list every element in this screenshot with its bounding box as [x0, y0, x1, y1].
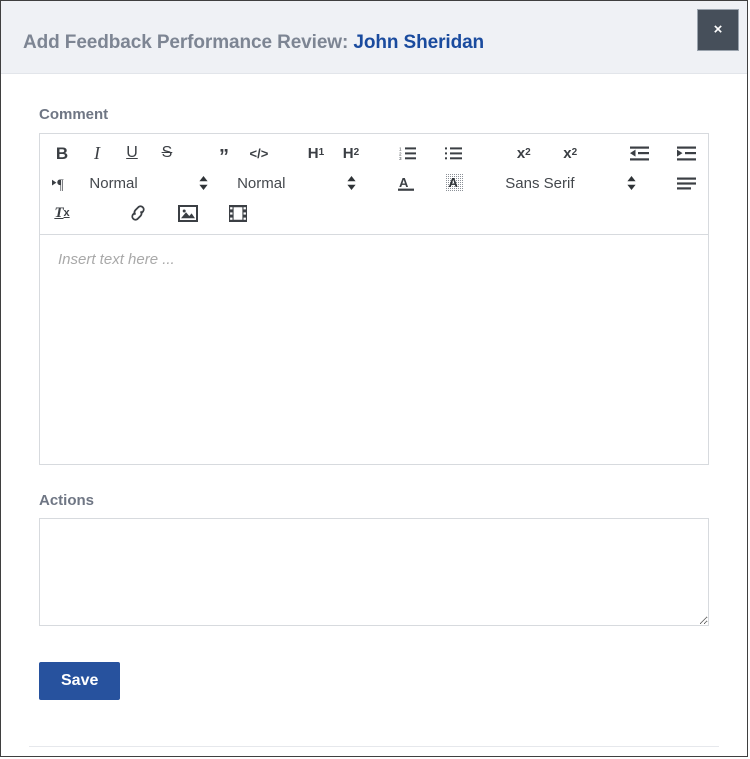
text-direction-icon[interactable]: ¶	[52, 170, 73, 196]
chevron-updown-icon	[627, 175, 636, 191]
dialog-title-subject: John Sheridan	[353, 32, 484, 53]
outdent-icon[interactable]	[630, 140, 650, 166]
save-row: Save	[39, 626, 709, 700]
strikethrough-icon[interactable]: S	[157, 140, 177, 166]
comment-input[interactable]: Insert text here ...	[40, 235, 708, 464]
text-color-icon[interactable]: A	[396, 170, 416, 196]
close-button[interactable]: ×	[697, 9, 739, 51]
comment-placeholder: Insert text here ...	[58, 251, 175, 268]
clear-formatting-icon[interactable]: Tx	[52, 200, 72, 226]
dialog-header: Add Feedback Performance Review: John Sh…	[1, 1, 747, 74]
chevron-updown-icon	[347, 175, 356, 191]
bold-icon[interactable]: B	[52, 140, 72, 166]
footer-divider	[29, 746, 719, 747]
align-left-icon[interactable]	[676, 170, 696, 196]
close-icon: ×	[714, 21, 723, 38]
heading-1-icon[interactable]: H1	[306, 140, 326, 166]
toolbar-row-3: Tx	[52, 198, 696, 228]
svg-text:A: A	[399, 175, 409, 190]
background-color-icon[interactable]: A	[445, 170, 465, 196]
video-icon[interactable]	[228, 200, 248, 226]
font-size-select-value: Normal	[89, 175, 137, 192]
toolbar-row-2: ¶ Normal	[52, 168, 696, 198]
comment-label: Comment	[39, 106, 709, 123]
font-family-select[interactable]: Sans Serif	[505, 175, 635, 192]
bullet-list-icon[interactable]	[444, 140, 464, 166]
blockquote-icon[interactable]: ”	[214, 136, 234, 170]
toolbar-row-1: B I U S ” </> H1 H2	[52, 138, 696, 168]
image-icon[interactable]	[178, 200, 198, 226]
subscript-icon[interactable]: x2	[514, 140, 534, 166]
comment-editor: B I U S ” </> H1 H2	[39, 133, 709, 465]
editor-toolbar: B I U S ” </> H1 H2	[40, 134, 708, 235]
font-size-select[interactable]: Normal	[89, 175, 208, 192]
dialog-body: Comment B I U S ” </>	[1, 74, 747, 700]
underline-icon[interactable]: U	[122, 140, 142, 166]
format-select-value: Normal	[237, 175, 285, 192]
comment-label-wrap: Comment	[39, 74, 709, 133]
heading-2-icon[interactable]: H2	[341, 140, 361, 166]
svg-text:A: A	[449, 175, 459, 190]
format-select[interactable]: Normal	[237, 175, 356, 192]
indent-icon[interactable]	[676, 140, 696, 166]
font-family-select-value: Sans Serif	[505, 175, 574, 192]
svg-text:3: 3	[399, 156, 402, 161]
svg-text:¶: ¶	[57, 177, 64, 191]
dialog-title: Add Feedback Performance Review: John Sh…	[23, 32, 484, 54]
add-feedback-dialog: Add Feedback Performance Review: John Sh…	[0, 0, 748, 757]
code-block-icon[interactable]: </>	[249, 140, 269, 166]
save-button[interactable]: Save	[39, 662, 120, 700]
italic-icon[interactable]: I	[87, 140, 107, 166]
actions-input[interactable]	[39, 518, 709, 626]
link-icon[interactable]	[128, 200, 148, 226]
dialog-title-prefix: Add Feedback Performance Review:	[23, 32, 348, 53]
actions-label-wrap: Actions	[39, 465, 709, 518]
superscript-icon[interactable]: x2	[560, 140, 580, 166]
actions-label: Actions	[39, 492, 709, 509]
chevron-updown-icon	[199, 175, 208, 191]
ordered-list-icon[interactable]: 1 2 3	[398, 140, 418, 166]
